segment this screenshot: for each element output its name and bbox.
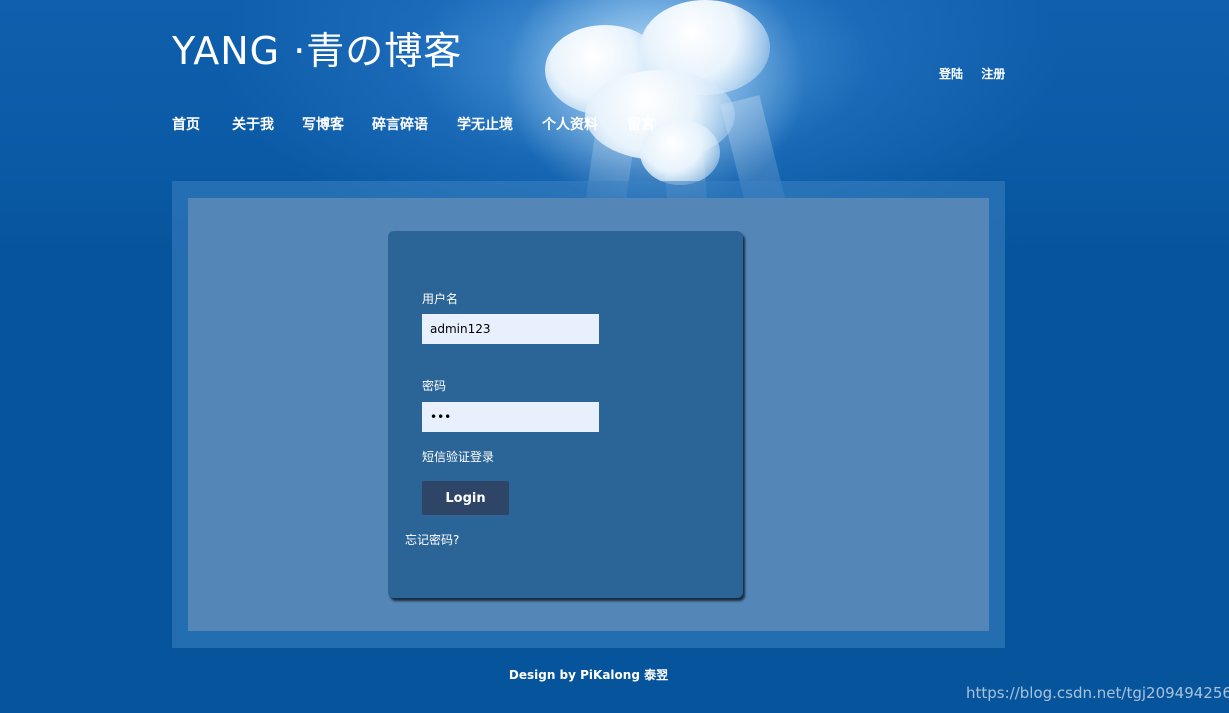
nav-item-musings[interactable]: 碎言碎语 — [372, 114, 428, 134]
nav-item-profile[interactable]: 个人资料 — [542, 114, 598, 134]
register-link[interactable]: 注册 — [981, 67, 1005, 81]
password-input[interactable] — [422, 402, 599, 432]
forgot-password-link[interactable]: 忘记密码? — [405, 531, 459, 548]
password-label: 密码 — [422, 379, 447, 393]
top-links: 登陆 注册 — [939, 65, 1019, 82]
site-title: YANG ·青の博客 — [172, 29, 463, 73]
nav-item-guestbook[interactable]: 留言 — [627, 114, 655, 134]
username-input[interactable] — [422, 314, 599, 344]
login-button[interactable]: Login — [422, 481, 509, 515]
nav-item-home[interactable]: 首页 — [172, 114, 200, 134]
sms-login-link[interactable]: 短信验证登录 — [422, 448, 494, 465]
login-link[interactable]: 登陆 — [939, 67, 963, 81]
nav-item-write-blog[interactable]: 写博客 — [302, 114, 344, 134]
nav-item-about[interactable]: 关于我 — [232, 114, 274, 134]
username-label: 用户名 — [422, 292, 459, 306]
watermark-url: https://blog.csdn.net/tgj2094942564 — [966, 684, 1229, 702]
nav-item-learning[interactable]: 学无止境 — [457, 114, 513, 134]
footer-credit: Design by PiKalong 泰翌 — [508, 668, 669, 682]
